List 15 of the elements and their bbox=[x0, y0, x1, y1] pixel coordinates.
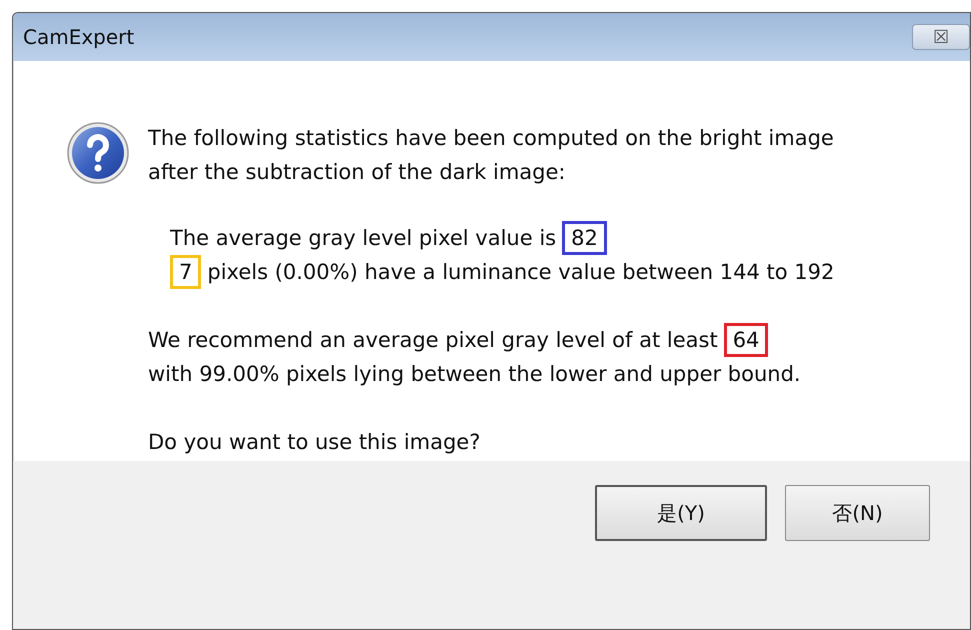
window-title: CamExpert bbox=[23, 25, 134, 49]
question-icon bbox=[66, 121, 130, 185]
dialog-button[interactable]: 否(N) bbox=[785, 485, 930, 541]
message-text: The following statistics have been computed on the bright image bbox=[148, 126, 834, 150]
close-button[interactable]: ☒ bbox=[912, 24, 970, 50]
highlighted-value: 64 bbox=[724, 323, 768, 357]
highlighted-value: 7 bbox=[170, 255, 202, 289]
message-text: after the subtraction of the dark image: bbox=[148, 160, 566, 184]
highlighted-value: 82 bbox=[562, 221, 607, 255]
question-text: Do you want to use this image? bbox=[148, 430, 480, 454]
message-text: The average gray level pixel value is bbox=[170, 226, 556, 250]
message-text: with 99.00% pixels lying between the lower and upper bound. bbox=[148, 362, 801, 386]
message-text: pixels (0.00%) have a luminance value between 144 to 192 bbox=[207, 260, 834, 284]
dialog-button[interactable]: 是(Y) bbox=[595, 485, 767, 541]
message-text: We recommend an average pixel gray level of at least bbox=[148, 328, 718, 352]
